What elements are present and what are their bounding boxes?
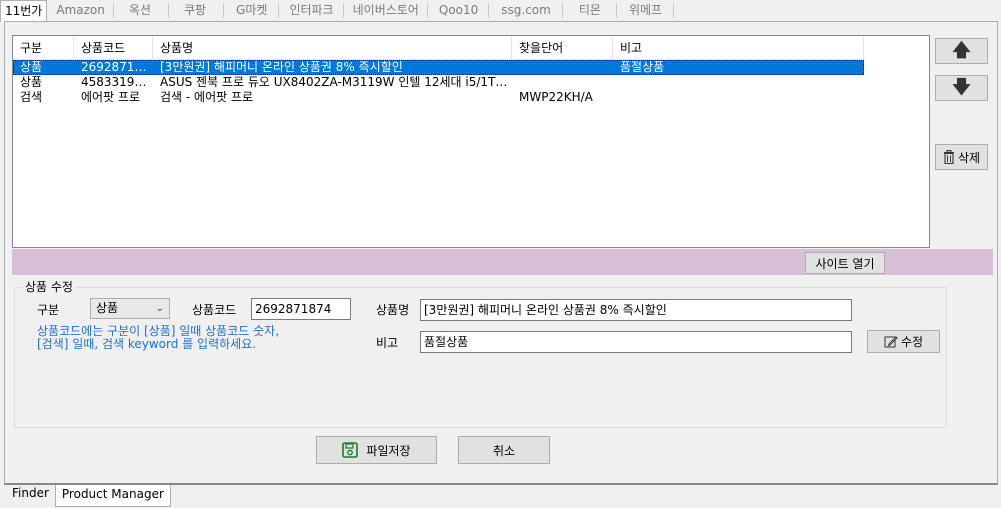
header-note[interactable]: 비고 [613, 36, 864, 60]
cell-keyword [512, 60, 613, 75]
table-row[interactable]: 상품 4583319069 ASUS 젠북 프로 듀오 UX8402ZA-M31… [13, 75, 864, 90]
cell-note [613, 90, 864, 105]
cell-type: 검색 [20, 90, 43, 104]
edit-icon [884, 335, 898, 347]
cancel-label: 취소 [492, 443, 516, 458]
name-label: 상품명 [376, 303, 410, 317]
delete-label: 삭제 [957, 150, 981, 165]
chevron-down-icon: ⌄ [155, 303, 164, 314]
code-input[interactable]: 2692871874 [251, 298, 351, 320]
cell-keyword: MWP22KH/A [519, 90, 593, 104]
save-file-button[interactable]: 파일저장 [316, 436, 437, 464]
type-select-value: 상품 [96, 301, 119, 315]
cell-name: 검색 - 에어팟 프로 [160, 90, 254, 104]
header-code[interactable]: 상품코드 [74, 36, 153, 60]
name-input[interactable]: [3만원권] 해피머니 온라인 상품권 8% 즉시할인 [420, 299, 852, 321]
cell-name: ASUS 젠북 프로 듀오 UX8402ZA-M3119W 인텔 12세대 i5… [160, 75, 512, 89]
bottom-tabs: Finder Product Manager [6, 485, 171, 507]
cell-type: 상품 [20, 60, 43, 74]
edit-group-title: 상품 수정 [22, 278, 76, 295]
cell-keyword [512, 75, 613, 90]
cell-code: 에어팟 프로 [81, 90, 141, 104]
table-row[interactable]: 상품 2692871874 [3만원권] 해피머니 온라인 상품권 8% 즉시할… [13, 60, 864, 75]
code-label: 상품코드 [192, 303, 237, 317]
help-text-line2: [검색] 일때, 검색 keyword 를 입력하세요. [37, 337, 257, 351]
header-name[interactable]: 상품명 [153, 36, 512, 60]
floppy-disk-icon [342, 442, 359, 458]
modify-label: 수정 [900, 335, 924, 349]
open-site-label: 사이트 열기 [815, 256, 875, 271]
marketplace-tabs: 11번가 Amazon 옥션 쿠팡 G마켓 인터파크 네이버스토어 Qoo10 … [0, 0, 1001, 22]
cell-note: 품절상품 [620, 60, 665, 74]
trash-icon [943, 150, 954, 164]
tab-product-manager[interactable]: Product Manager [54, 485, 171, 507]
move-up-button[interactable]: 🡅 [935, 38, 988, 64]
arrow-up-icon: 🡅 [952, 40, 971, 61]
delete-button[interactable]: 삭제 [935, 144, 988, 170]
tab-ssg[interactable]: ssg.com [489, 0, 563, 20]
arrow-down-icon: 🡇 [952, 77, 971, 98]
header-type[interactable]: 구분 [13, 36, 74, 60]
tab-qoo10[interactable]: Qoo10 [428, 0, 490, 20]
open-site-button[interactable]: 사이트 열기 [805, 252, 885, 274]
product-list[interactable]: 구분 상품코드 상품명 찾을단어 비고 상품 2692871874 [3만원권]… [12, 35, 930, 248]
tab-coupang[interactable]: 쿠팡 [169, 0, 225, 20]
note-label: 비고 [376, 336, 399, 350]
cell-name: [3만원권] 해피머니 온라인 상품권 8% 즉시할인 [160, 60, 403, 74]
table-row[interactable]: 검색 에어팟 프로 검색 - 에어팟 프로 MWP22KH/A [13, 90, 864, 105]
cell-code: 4583319069 [81, 75, 153, 89]
tab-naver-store[interactable]: 네이버스토어 [344, 0, 429, 20]
modify-button[interactable]: 수정 [867, 330, 940, 353]
type-select[interactable]: 상품 ⌄ [90, 298, 170, 319]
tab-amazon[interactable]: Amazon [47, 0, 114, 20]
list-header: 구분 상품코드 상품명 찾을단어 비고 [13, 36, 864, 60]
tab-auction[interactable]: 옥션 [114, 0, 170, 20]
cell-note [613, 75, 864, 90]
header-keyword[interactable]: 찾을단어 [512, 36, 613, 60]
save-file-label: 파일저장 [366, 443, 411, 458]
tab-interpark[interactable]: 인터파크 [279, 0, 344, 20]
tab-wemakeprice[interactable]: 위메프 [617, 0, 675, 20]
tab-11st[interactable]: 11번가 [0, 0, 48, 22]
cancel-button[interactable]: 취소 [458, 436, 550, 464]
tab-finder[interactable]: Finder [6, 485, 55, 505]
note-input[interactable]: 품절상품 [420, 331, 852, 353]
move-down-button[interactable]: 🡇 [935, 75, 988, 101]
type-label: 구분 [37, 303, 60, 317]
tab-tmon[interactable]: 티몬 [563, 0, 618, 20]
cell-type: 상품 [20, 75, 43, 89]
cell-code: 2692871874 [81, 60, 153, 74]
tab-gmarket[interactable]: G마켓 [224, 0, 280, 20]
